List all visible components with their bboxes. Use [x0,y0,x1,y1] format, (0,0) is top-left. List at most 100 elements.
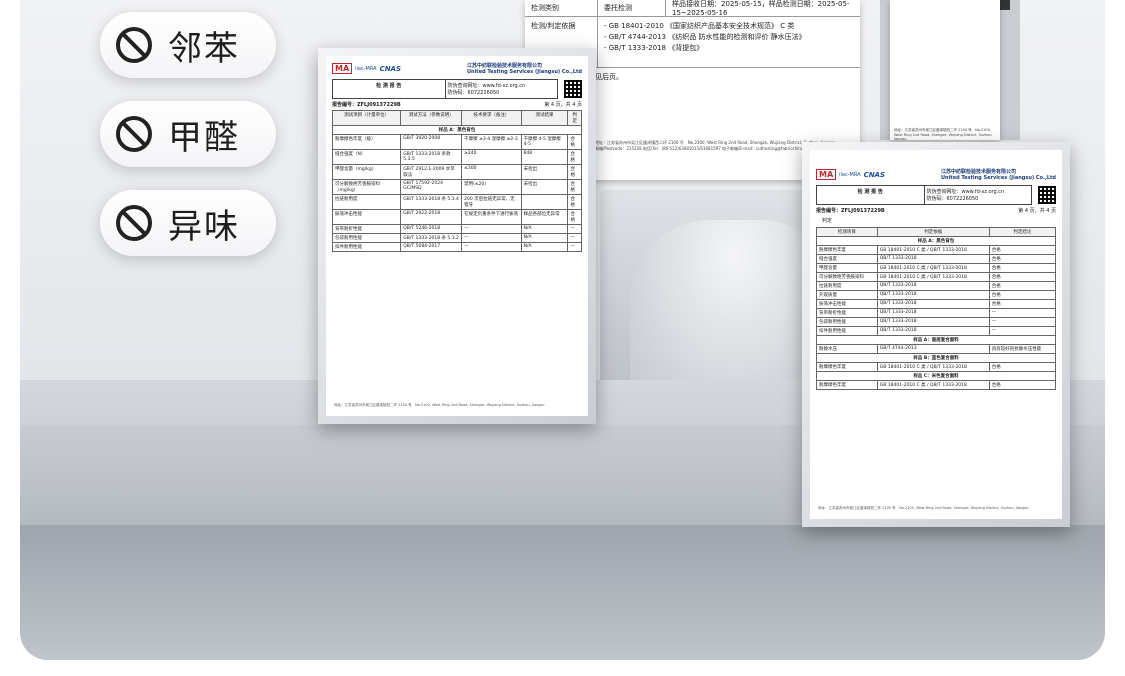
table-row: 振荡冲击性能 GB/T 2922-2018 在规定负重条件下进行振荡 样品各部位无异常… [331,209,582,225]
framed-report-2: MA ilac-MRA CNAS 江苏中纺联检验技术服务有限公司 United T… [802,142,1070,527]
table-cell: GB 18401-2010 C 类 / QB/T 1333-2018 [876,380,990,390]
table-row: 样品 A：面层复合面料 [816,335,1056,345]
cnas-logo: CNAS [863,170,886,179]
report-title: 检 测 报 告 [333,80,446,98]
table-row: 可分解致癌芳香胺染料（mg/kg） GB/T 17592-2024 GC/MSD 禁… [331,179,582,195]
table-cell: ≥240 [461,149,522,165]
test-report-partial: 地址：江苏省苏州市吴江区盛泽镇西二环 2100 号 No.2100, West … [890,0,1000,140]
table-cell: — [988,326,1057,336]
table-cell: — [567,224,582,234]
table-cell: 具有较好的抗静水压性能 [988,344,1057,354]
table-cell: 耐摩擦色牢度 [816,362,878,372]
table-cell: 耐摩擦色牢度 [816,380,878,390]
report-footer: 地址：江苏省苏州市吴江区盛泽镇西二环 2100 号 No.2100, West … [894,128,993,140]
table-cell: N/A [520,224,569,234]
report-number: 报告编号：ZFLJ09137229B [332,102,401,108]
table-cell: 包袋耐用性能 [816,317,878,327]
table-cell: 拉链耐用度 [331,194,402,210]
table-cell: 合格 [988,272,1057,282]
qr-code-icon [1038,186,1056,204]
table-row: 样品 B：蓝色复合面料 [816,353,1056,363]
verdict-table: 检测项目 判定依据 判定结论 样品 A：黑色背包 耐摩擦色牢度 GB 18401-2010… [816,227,1057,390]
table-header: 技术要求（备注） [461,110,522,126]
table-cell: 耐摩擦色牢度 [816,245,878,255]
section-title: 判定 [822,218,833,224]
table-cell: — [461,224,522,234]
no-formaldehyde-badge: 甲醛 [100,101,276,167]
table-cell: QB/T 5084-2017 [400,242,463,252]
table-cell: N/A [520,233,569,243]
page-number: 第 4 页，共 4 页 [1018,208,1056,214]
table-cell: 外观质量 [816,290,878,300]
table-row: 耐摩擦色牢度 GB 18401-2010 C 类 / QB/T 1333-2018… [816,245,1057,255]
table-cell: N/A [520,242,569,252]
table-cell: 合格 [988,254,1057,264]
table-header: 测试方法（参数说明） [400,110,463,126]
table-cell: 合格 [567,179,582,195]
table-cell: 甲醛含量（mg/kg） [331,164,402,180]
basis-line: - GB 18401-2010 《国家纺织产品基本安全技术规范》 C 类 [604,22,795,30]
table-cell: 振荡冲击性能 [331,209,402,225]
table-cell: 缝合强度 [816,254,878,264]
photo-scene: 检测类别 委托检测 样品接收日期：2025-05-15，样品检测日期：2025-… [20,0,1105,660]
ilac-logo: ilac-MRA [839,171,861,178]
table-cell: GB/T 17592-2024 GC/MSD [400,179,463,195]
table-header: 判定依据 [876,227,990,237]
badge-label: 异味 [168,206,240,247]
table-cell: ≤300 [461,164,522,180]
ilac-logo: ilac-MRA [355,65,377,72]
table-cell: GB/T 1333-2018 条款 5.3.5 [400,149,463,165]
table-row: 耐摩擦色牢度 GB 18401-2010 C 类 / QB/T 1333-2018… [816,362,1057,372]
table-cell: GB/T 3920-2008 [400,134,463,150]
table-header: 测试结果 [520,110,569,126]
table-cell: GB/T 2912.1-2009 水萃取法 [400,164,463,180]
report-footer: 地址：江苏省苏州市吴江区盛泽镇西二环 2100 号 No.2100, West … [818,506,1029,510]
table-section: 样品 C：米色复合面料 [816,371,1056,381]
table-row: 包袋耐用性能 QB/T 1333-2018— [816,317,1057,327]
table-cell: 可分解致癌芳香胺染料 [816,272,878,282]
table-cell: — [461,233,522,243]
table-header: 检测项目 [816,227,878,237]
table-cell: 合格 [567,194,582,210]
report-footer: 地址：江苏省苏州市吴江区盛泽镇西二环 2100 号 No.2100, West … [334,403,545,407]
table-cell: QB/T 1333-2018 [876,290,990,300]
table-cell: 合格 [567,134,582,150]
table-row: 样品 A：黑色背包 [332,125,582,135]
report-table: 测试项目（计量单位） 测试方法（参数说明） 技术要求（备注） 测试结果 判定 样品 A：黑… [331,110,582,252]
verify-code: 防伪码：6072226050 [926,196,979,202]
table-section: 样品 A：面层复合面料 [816,335,1056,345]
table-cell: — [988,308,1057,318]
table-row: 拉链耐用度 GB/T 1333-2018 条 5.3.4 200 次后拉链无异常，无… [331,194,582,210]
framed-report-1: MA ilac-MRA CNAS 江苏中纺联检验技术服务有限公司 United T… [318,48,596,424]
table-cell: 合格 [988,380,1057,390]
table-cell: GB 18401-2010 C 类 / QB/T 1333-2018 [876,263,990,273]
table-cell: GB 18401-2010 C 类 / QB/T 1333-2018 [876,362,990,372]
table-cell: QB/T 1333-2018 [876,254,990,264]
table-row: 拉链耐用度 QB/T 1333-2018 合格 [816,281,1057,291]
table-row: 耐摩擦色牢度 GB 18401-2010 C 类 / QB/T 1333-2018… [816,380,1057,390]
qr-code-icon [564,80,582,98]
table-cell: — [988,317,1057,327]
table-row: 扣件耐用性能 QB/T 5084-2017— N/A — [331,242,582,252]
table-cell: 848 [520,149,569,165]
table-row: 背带耐折性能 QB/T 5246-2018— N/A — [331,224,582,234]
table-header: 判定 [567,110,582,126]
table-section: 样品 A：黑色背包 [816,236,1056,246]
table-cell: QB/T 1333-2018 [876,317,990,327]
table-header: 测试项目（计量单位） [331,110,402,126]
table-row: 样品 A：黑色背包 [816,236,1056,246]
table-cell: 合格 [567,209,582,225]
table-cell: 可分解致癌芳香胺染料（mg/kg） [331,179,402,195]
report-sheet: MA ilac-MRA CNAS 江苏中纺联检验技术服务有限公司 United T… [810,150,1062,519]
table-cell: GB 18401-2010 C 类 / QB/T 1333-2018 [876,245,990,255]
table-cell: 合格 [988,263,1057,273]
table-cell: QB/T 5246-2018 [400,224,463,234]
page-number: 第 4 页，共 4 页 [544,102,582,108]
no-phthalate-badge: 邻苯 [100,12,276,78]
table-row: 背带耐折性能 QB/T 1333-2018— [816,308,1057,318]
cma-logo: MA [332,63,353,74]
row-value: 委托检测 [598,0,666,16]
table-cell: — [567,242,582,252]
table-cell: 扣件耐用性能 [331,242,402,252]
table-cell: 干摩擦 ≥3-4 湿摩擦 ≥2-3 [461,134,522,150]
